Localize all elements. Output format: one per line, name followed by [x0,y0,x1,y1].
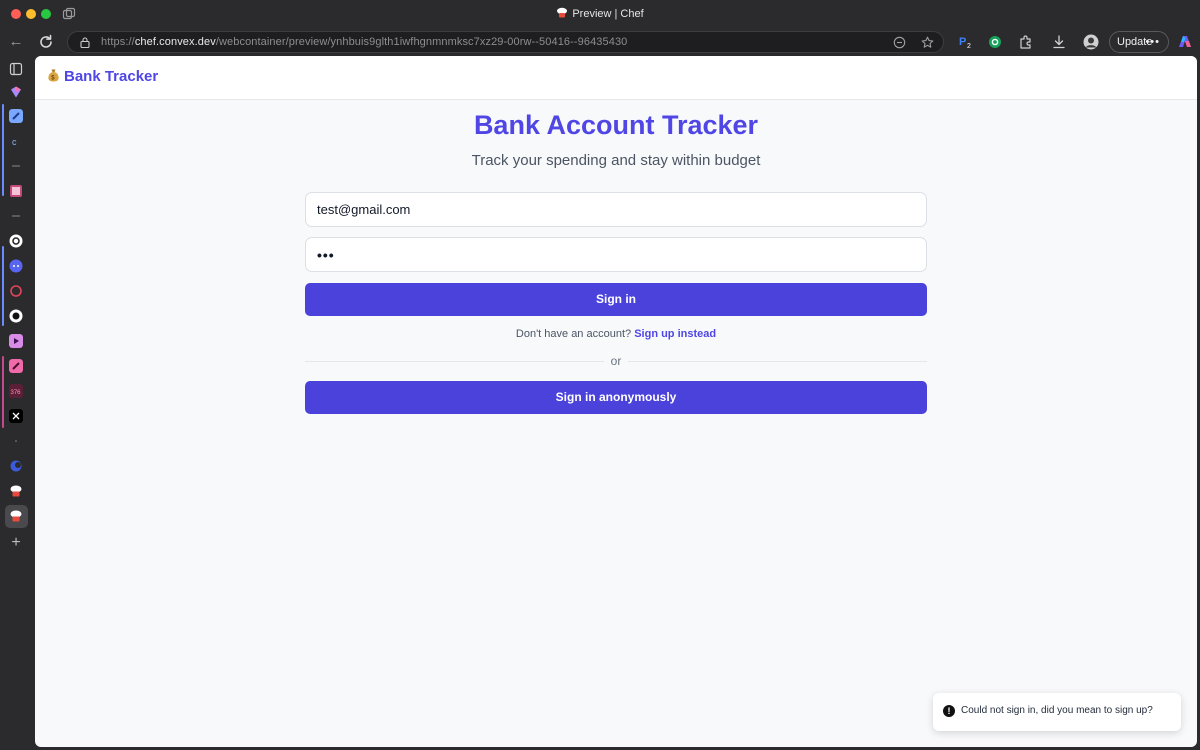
sidebar-github-icon[interactable] [9,309,23,323]
sidebar-group-indicator-3 [2,356,4,428]
url-text: https://chef.convex.dev/webcontainer/pre… [101,36,628,48]
sidebar-arc-icon[interactable] [9,459,23,473]
sidebar-group-indicator [2,104,4,196]
sign-up-link[interactable]: Sign up instead [634,328,716,340]
sign-up-prompt: Don't have an account? Sign up instead [35,328,1197,340]
sign-in-anonymously-button[interactable]: Sign in anonymously [305,381,927,414]
error-toast: ! Could not sign in, did you mean to sig… [933,693,1181,731]
window-title-text: Preview | Chef [572,8,644,20]
window-titlebar: Preview | Chef [0,0,1200,28]
sidebar-app-blue-icon[interactable] [9,109,23,123]
sidebar-chef-active-tab[interactable] [5,505,28,528]
sidebar-chef-active-icon [10,510,22,522]
password-field[interactable] [305,237,927,272]
sidebar-openai-icon[interactable] [9,234,23,248]
reload-icon[interactable] [37,33,55,51]
sidebar-convex-icon[interactable]: c [9,134,23,148]
sidebar-tabs-icon[interactable] [9,62,23,76]
page-viewport: $ Bank Tracker Bank Account Tracker Trac… [35,56,1197,747]
sidebar-dash-icon[interactable] [9,159,23,173]
chef-favicon-icon [557,7,568,18]
reader-mode-icon[interactable] [893,36,906,49]
extensions-puzzle-icon[interactable] [1018,34,1034,50]
page-title: Bank Account Tracker [473,110,759,140]
app-header: $ Bank Tracker [35,56,1197,100]
sidebar-discord-icon[interactable] [9,259,23,273]
sidebar-chef-icon[interactable] [9,484,23,498]
sign-up-prompt-text: Don't have an account? [515,328,632,340]
sidebar-dot-icon[interactable] [9,434,23,448]
sidebar-ring-icon[interactable] [9,284,23,298]
sidebar-notion-icon[interactable] [9,85,23,99]
profile-avatar[interactable] [1083,34,1099,50]
email-field[interactable] [305,192,927,227]
sidebar-counter-app-icon[interactable]: 376 [9,384,23,398]
address-bar[interactable]: https://chef.convex.dev/webcontainer/pre… [67,31,944,53]
browser-toolbar: ← https://chef.convex.dev/webcontainer/p… [0,28,1200,56]
grammarly-icon[interactable] [987,34,1003,50]
sidebar-player-icon[interactable] [9,334,23,348]
brand-link[interactable]: $ Bank Tracker [47,68,158,85]
or-divider-label: or [604,354,628,368]
sidebar-group-indicator-2 [2,246,4,326]
sidebar-pen-app-icon[interactable] [9,359,23,373]
more-menu-icon[interactable]: ••• [1145,32,1160,52]
sidebar-dash2-icon[interactable] [9,209,23,223]
svg-text:376: 376 [11,390,22,396]
copilot-icon[interactable] [1176,33,1194,51]
update-button[interactable]: Update ••• [1109,31,1169,53]
money-bag-icon: $ [48,69,59,82]
browser-sidebar: c 376 + [0,56,35,750]
page-subtitle: Track your spending and stay within budg… [471,152,761,169]
back-arrow-icon[interactable]: ← [6,32,26,52]
toast-message: Could not sign in, did you mean to sign … [961,705,1153,716]
brand-text: Bank Tracker [64,68,159,85]
sidebar-app-red-icon[interactable] [9,184,23,198]
bookmark-star-icon[interactable] [921,36,934,49]
download-icon[interactable] [1051,34,1067,50]
lock-icon [80,37,90,48]
svg-text:c: c [12,137,17,147]
svg-text:P: P [959,36,966,48]
sidebar-add-icon[interactable]: + [8,535,24,551]
extension-badge: 2 [967,43,971,50]
alert-icon: ! [943,705,955,717]
sidebar-x-icon[interactable] [9,409,23,423]
window-title: Preview | Chef [0,7,1200,20]
sign-in-button[interactable]: Sign in [305,283,927,316]
